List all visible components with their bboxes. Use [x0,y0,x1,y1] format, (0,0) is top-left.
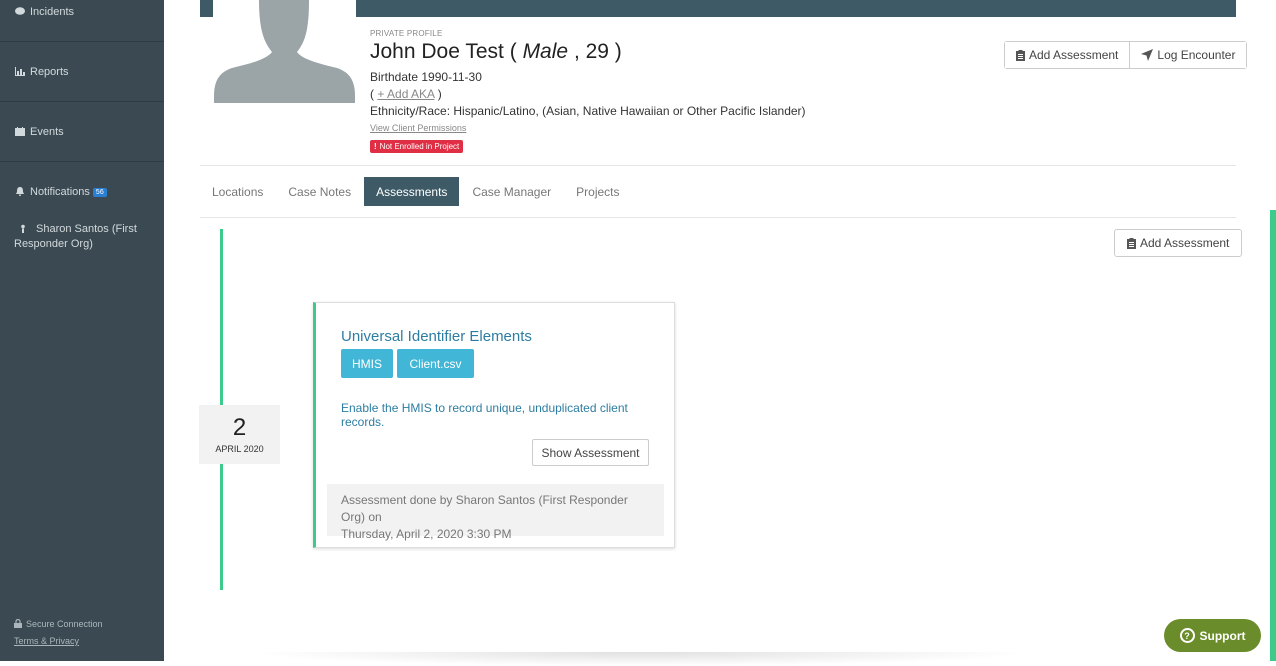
add-assessment-label: Add Assessment [1029,48,1119,62]
birthdate-value: 1990-11-30 [421,70,482,84]
private-profile-label: PRIVATE PROFILE [370,29,443,38]
aka-row: ( + Add AKA ) [370,87,442,101]
user-icon [21,224,25,233]
notification-count-badge: 56 [92,188,107,197]
timeline-add-assessment-button[interactable]: Add Assessment [1114,229,1243,257]
avatar [214,0,355,103]
sidebar-item-notifications[interactable]: Notifications 56 [0,162,164,212]
add-aka-link[interactable]: + Add AKA [377,87,434,101]
comment-icon [15,7,25,15]
assessment-description: Enable the HMIS to record unique, undupl… [341,401,628,429]
sidebar-item-label: Notifications [30,186,90,198]
profile-banner [356,0,1236,17]
scrollbar[interactable] [1270,210,1276,661]
bar-chart-icon [15,67,25,76]
clipboard-icon [1016,49,1025,61]
profile-tabs: Locations Case Notes Assessments Case Ma… [200,177,633,206]
not-enrolled-label: Not Enrolled in Project [379,142,460,151]
sidebar-item-label: Events [30,126,64,138]
tab-locations[interactable]: Locations [200,177,275,206]
divider [200,217,1236,218]
view-client-permissions-link[interactable]: View Client Permissions [370,123,466,133]
exclamation-icon: ! [374,142,377,151]
sidebar-item-events[interactable]: Events [0,102,164,162]
assessment-card: Universal Identifier Elements HMIS Clien… [313,302,675,548]
tab-projects[interactable]: Projects [564,177,631,206]
tag-client-csv: Client.csv [397,349,474,378]
divider [200,165,1236,166]
timeline-date-month: APRIL 2020 [215,444,264,454]
log-encounter-label: Log Encounter [1157,48,1236,62]
ethnicity-value: Hispanic/Latino, (Asian, Native Hawaiian… [453,104,806,118]
sidebar-item-label: Reports [30,66,69,78]
support-label: Support [1199,628,1246,643]
calendar-icon [15,127,25,136]
secure-connection: Secure Connection [14,618,103,629]
aka-paren-open: ( [370,87,374,101]
lock-icon [14,618,22,628]
show-assessment-button[interactable]: Show Assessment [532,439,649,466]
profile-banner-left [200,0,213,17]
location-arrow-icon [1141,49,1154,61]
sidebar: Incidents Reports Events Notifications 56… [0,0,164,661]
assessment-footer-line1: Assessment done by Sharon Santos (First … [341,493,628,524]
bottom-shadow [245,652,1035,666]
tag-hmis: HMIS [341,349,393,378]
tab-assessments[interactable]: Assessments [364,177,460,206]
client-age: , 29 ) [573,40,622,63]
timeline-date-day: 2 [232,414,247,441]
ethnicity-label: Ethnicity/Race: [370,104,451,118]
add-assessment-button[interactable]: Add Assessment [1005,42,1130,68]
sidebar-item-label: Incidents [30,6,75,18]
not-enrolled-badge: ! Not Enrolled in Project [370,140,464,153]
client-name: John Doe Test ( Male , 29 ) [370,40,622,64]
tab-case-manager[interactable]: Case Manager [460,177,563,206]
log-encounter-button[interactable]: Log Encounter [1129,42,1247,68]
client-name-text: John Doe Test [370,40,504,63]
assessment-title[interactable]: Universal Identifier Elements [341,328,532,345]
client-gender: Male [522,40,569,63]
bell-icon [16,187,24,196]
paren-open: ( [509,40,517,63]
sidebar-item-user[interactable]: Sharon Santos (First Responder Org) [0,214,164,254]
question-icon: ? [1179,628,1195,643]
ethnicity-race: Ethnicity/Race: Hispanic/Latino, (Asian,… [370,104,806,118]
profile-actions: Add Assessment Log Encounter [1004,41,1248,69]
tab-case-notes[interactable]: Case Notes [276,177,363,206]
timeline-add-assessment-label: Add Assessment [1140,236,1230,250]
sidebar-item-incidents[interactable]: Incidents [0,0,164,42]
assessment-footer-line2: Thursday, April 2, 2020 3:30 PM [341,527,512,541]
support-button[interactable]: ? Support [1164,619,1261,652]
assessment-footer: Assessment done by Sharon Santos (First … [327,484,664,541]
timeline-date: 2 APRIL 2020 [199,405,280,464]
birthdate-label: Birthdate [370,70,419,84]
birthdate: Birthdate 1990-11-30 [370,70,482,84]
clipboard-icon [1127,237,1136,249]
aka-paren-close: ) [437,87,442,101]
secure-connection-label: Secure Connection [26,619,103,629]
sidebar-item-reports[interactable]: Reports [0,42,164,102]
sidebar-item-label: Sharon Santos (First Responder Org) [14,223,137,250]
terms-privacy: Terms & Privacy [14,636,79,646]
terms-privacy-link[interactable]: Terms & Privacy [14,636,79,646]
